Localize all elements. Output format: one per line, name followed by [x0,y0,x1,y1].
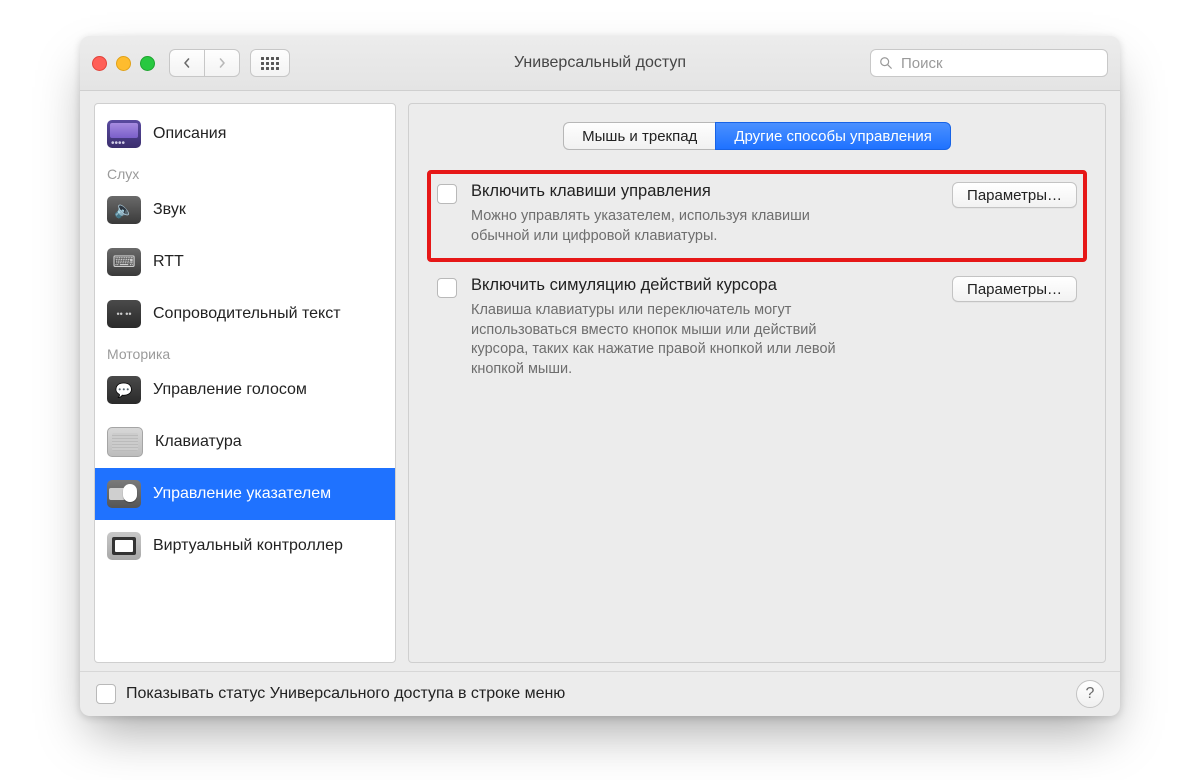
captions-icon [107,300,141,328]
sidebar-item-descriptions[interactable]: Описания [95,108,395,160]
mouse-keys-options-button[interactable]: Параметры… [952,182,1077,208]
sidebar-item-label: Звук [153,201,186,219]
sidebar-item-label: Описания [153,125,226,143]
tab-alternate-control[interactable]: Другие способы управления [715,122,951,150]
virtual-controller-icon [107,532,141,560]
option-title: Включить клавиши управления [471,182,938,201]
sidebar-item-pointer-control[interactable]: Управление указателем [95,468,395,520]
sidebar-item-rtt[interactable]: RTT [95,236,395,288]
window-controls [92,56,155,71]
search-input[interactable] [899,54,1099,73]
minimize-window-button[interactable] [116,56,131,71]
grid-icon [261,57,279,70]
footer: Показывать статус Универсального доступа… [80,671,1120,716]
search-icon [879,56,893,70]
sidebar-item-label: Клавиатура [155,433,242,451]
option-body: Включить клавиши управления Можно управл… [471,182,938,246]
forward-button[interactable] [204,49,240,77]
option-description: Можно управлять указателем, используя кл… [471,207,861,246]
maximize-window-button[interactable] [140,56,155,71]
descriptions-icon [107,120,141,148]
sidebar-item-label: Виртуальный контроллер [153,537,343,555]
sidebar[interactable]: Описания Слух Звук RTT Сопроводительный … [94,103,396,663]
voice-control-icon [107,376,141,404]
checkbox-cursor-sim[interactable] [437,278,457,298]
nav-buttons [169,49,240,77]
preferences-window: Универсальный доступ Описания Слух Звук … [80,36,1120,716]
sidebar-item-sound[interactable]: Звук [95,184,395,236]
option-mouse-keys: Включить клавиши управления Можно управл… [429,172,1085,260]
tab-bar: Мышь и трекпад Другие способы управления [429,122,1085,150]
option-body: Включить симуляцию действий курсора Клав… [471,276,938,379]
rtt-icon [107,248,141,276]
checkbox-mouse-keys[interactable] [437,184,457,204]
option-cursor-sim: Включить симуляцию действий курсора Клав… [429,266,1085,393]
sound-icon [107,196,141,224]
sidebar-item-label: RTT [153,253,184,271]
option-title: Включить симуляцию действий курсора [471,276,938,295]
sidebar-category-hearing: Слух [95,160,395,184]
titlebar: Универсальный доступ [80,36,1120,91]
checkbox-show-status[interactable] [96,684,116,704]
close-window-button[interactable] [92,56,107,71]
help-button[interactable]: ? [1076,680,1104,708]
window-body: Описания Слух Звук RTT Сопроводительный … [80,91,1120,671]
sidebar-item-captions[interactable]: Сопроводительный текст [95,288,395,340]
main-content: Мышь и трекпад Другие способы управления… [408,103,1106,663]
pointer-control-icon [107,480,141,508]
option-description: Клавиша клавиатуры или переключатель мог… [471,301,861,379]
show-all-button[interactable] [250,49,290,77]
search-field[interactable] [870,49,1108,77]
cursor-sim-options-button[interactable]: Параметры… [952,276,1077,302]
sidebar-item-label: Сопроводительный текст [153,305,341,323]
tab-mouse-trackpad[interactable]: Мышь и трекпад [563,122,715,150]
sidebar-item-label: Управление голосом [153,381,307,399]
sidebar-item-keyboard[interactable]: Клавиатура [95,416,395,468]
keyboard-icon [107,427,143,457]
back-button[interactable] [169,49,204,77]
sidebar-item-label: Управление указателем [153,485,331,503]
sidebar-item-virtual-controller[interactable]: Виртуальный контроллер [95,520,395,572]
footer-label: Показывать статус Универсального доступа… [126,685,565,703]
sidebar-category-motor: Моторика [95,340,395,364]
sidebar-item-voice-control[interactable]: Управление голосом [95,364,395,416]
